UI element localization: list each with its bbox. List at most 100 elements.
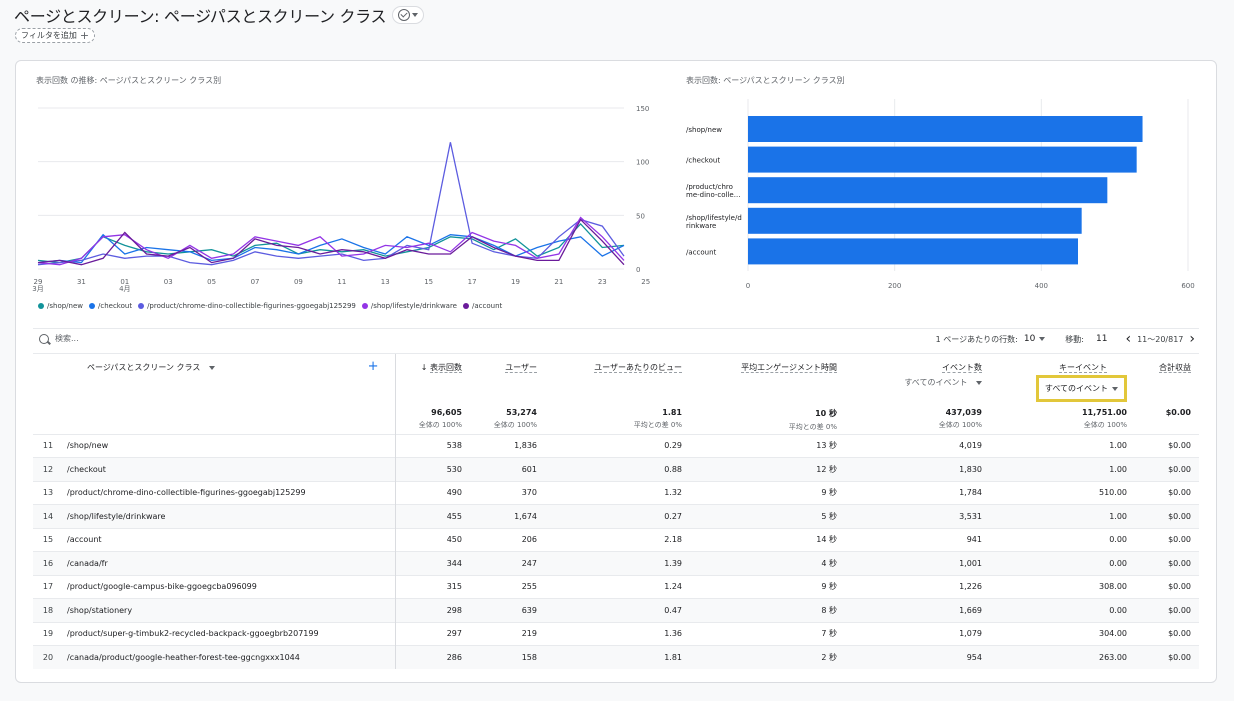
row-views: 450 [395, 527, 470, 552]
legend-item[interactable]: /shop/lifestyle/drinkware [361, 302, 457, 310]
goto-label: 移動: [1065, 334, 1084, 344]
row-key-events: 0.00 [990, 598, 1135, 622]
x-tick-label: 03 [164, 278, 173, 286]
revenue-header-label: 合計収益 [1159, 363, 1191, 373]
total-events: 437,039 全体の 100% [938, 408, 982, 429]
row-avg-engagement: 13 秒 [690, 433, 845, 458]
row-page-path[interactable]: /product/chrome-dino-collectible-figurin… [63, 480, 396, 505]
table-row[interactable]: 13/product/chrome-dino-collectible-figur… [33, 480, 1199, 505]
events-filter-select[interactable]: すべてのイベント [845, 377, 982, 388]
status-chip[interactable] [392, 6, 425, 24]
table-row[interactable]: 16/canada/fr 344 247 1.39 4 秒 1,001 0.00 $0.00 [33, 551, 1199, 575]
total-users: 53,274 全体の 100% [493, 408, 537, 429]
legend-item[interactable]: /product/chrome-dino-collectible-figurin… [138, 302, 356, 310]
row-page-path[interactable]: /canada/fr [63, 551, 396, 575]
avg-engagement-header[interactable]: 平均エンゲージメント時間 [690, 354, 845, 402]
legend-dot-icon [38, 303, 44, 309]
row-views: 344 [395, 551, 470, 575]
dimension-header[interactable]: ページパスとスクリーン クラス + [63, 354, 396, 402]
x-tick-label: 200 [888, 282, 901, 290]
row-key-events: 510.00 [990, 480, 1135, 505]
table-row[interactable]: 14/shop/lifestyle/drinkware 455 1,674 0.27 5… [33, 504, 1199, 528]
category-label: me-dino-colle... [686, 191, 740, 199]
row-revenue: $0.00 [1135, 433, 1199, 458]
table-row[interactable]: 18/shop/stationery 298 639 0.47 8 秒 1,669 0.00… [33, 598, 1199, 622]
row-page-path[interactable]: /product/super-g-timbuk2-recycled-backpa… [63, 621, 396, 646]
events-header-label: イベント数 [942, 363, 982, 373]
row-page-path[interactable]: /product/google-campus-bike-ggoegcba0960… [63, 574, 396, 599]
row-revenue: $0.00 [1135, 598, 1199, 622]
dimension-header-label: ページパスとスクリーン クラス [87, 363, 201, 372]
row-index: 19 [33, 621, 63, 646]
bar[interactable] [748, 116, 1143, 142]
row-views-per-user: 1.36 [545, 621, 690, 646]
row-page-path[interactable]: /shop/lifestyle/drinkware [63, 504, 396, 528]
row-views-per-user: 1.81 [545, 645, 690, 669]
rows-per-page-select[interactable]: 10 [1024, 334, 1046, 344]
views-per-user-label: ユーザーあたりのビュー [594, 363, 682, 373]
category-label: /account [686, 248, 717, 256]
search-input[interactable]: 検索... [55, 333, 79, 344]
add-filter-button[interactable]: フィルタを追加 + [15, 28, 96, 43]
avg-engagement-label: 平均エンゲージメント時間 [741, 363, 837, 373]
views-per-user-header[interactable]: ユーザーあたりのビュー [545, 354, 690, 402]
x-tick-label: 05 [207, 278, 216, 286]
bar[interactable] [748, 207, 1082, 234]
bar[interactable] [748, 238, 1078, 265]
x-tick-label: 600 [1181, 282, 1194, 290]
next-page-icon[interactable]: › [1189, 332, 1195, 346]
bar[interactable] [748, 146, 1137, 173]
key-events-header[interactable]: キーイベント すべてのイベント [990, 354, 1135, 402]
legend-dot-icon [89, 303, 95, 309]
users-header[interactable]: ユーザー [470, 354, 545, 402]
revenue-header[interactable]: 合計収益 [1135, 354, 1199, 402]
legend-label: /account [472, 302, 503, 310]
y-tick-label: 0 [636, 266, 640, 274]
rows-per-page-label: 1 ページあたりの行数: [935, 334, 1018, 344]
views-header[interactable]: ↓ 表示回数 [395, 354, 470, 402]
row-revenue: $0.00 [1135, 574, 1199, 599]
category-label: /shop/new [686, 126, 722, 134]
events-header[interactable]: イベント数 すべてのイベント [845, 354, 990, 402]
sort-arrow-icon: ↓ [420, 363, 430, 372]
row-events: 1,830 [845, 457, 990, 481]
row-page-path[interactable]: /shop/new [63, 433, 396, 458]
row-views-per-user: 1.39 [545, 551, 690, 575]
row-avg-engagement: 7 秒 [690, 621, 845, 646]
legend-item[interactable]: /shop/new [38, 302, 83, 310]
row-events: 1,226 [845, 574, 990, 599]
legend-item[interactable]: /account [463, 302, 502, 310]
row-page-path[interactable]: /account [63, 527, 396, 552]
row-avg-engagement: 14 秒 [690, 527, 845, 552]
row-index: 12 [33, 457, 63, 481]
y-tick-label: 150 [636, 105, 649, 113]
table-row[interactable]: 17/product/google-campus-bike-ggoegcba09… [33, 574, 1199, 599]
row-page-path[interactable]: /canada/product/google-heather-forest-te… [63, 645, 396, 669]
legend-item[interactable]: /checkout [89, 302, 132, 310]
table-row[interactable]: 20/canada/product/google-heather-forest-… [33, 645, 1199, 669]
row-views: 297 [395, 621, 470, 646]
previous-page-icon[interactable]: ‹ [1125, 332, 1131, 346]
bar[interactable] [748, 177, 1108, 204]
row-page-path[interactable]: /checkout [63, 457, 396, 481]
row-page-path[interactable]: /shop/stationery [63, 598, 396, 622]
x-tick-label: 400 [1035, 282, 1048, 290]
table-row[interactable]: 12/checkout 530 601 0.88 12 秒 1,830 1.00 $0.00 [33, 457, 1199, 481]
goto-page-input[interactable]: 11 [1096, 334, 1107, 344]
row-users: 206 [470, 527, 545, 552]
table-row[interactable]: 11/shop/new 538 1,836 0.29 13 秒 4,019 1.00 $0.0… [33, 433, 1199, 458]
legend-label: /checkout [98, 302, 133, 310]
row-key-events: 1.00 [990, 504, 1135, 528]
table-row[interactable]: 19/product/super-g-timbuk2-recycled-back… [33, 621, 1199, 646]
category-label: rinkware [686, 222, 716, 230]
y-tick-label: 100 [636, 159, 649, 167]
row-index: 15 [33, 527, 63, 552]
row-events: 1,669 [845, 598, 990, 622]
key-events-filter-select[interactable]: すべてのイベント [1035, 375, 1127, 402]
add-dimension-icon[interactable]: + [368, 359, 379, 374]
table-row[interactable]: 15/account 450 206 2.18 14 秒 941 0.00 $0.00 [33, 527, 1199, 552]
row-avg-engagement: 2 秒 [690, 645, 845, 669]
search-box[interactable]: 検索... [39, 333, 79, 344]
line-chart: 150100500293月31 014月03 05 07 09 11 13 15 17 19 21 2… [32, 105, 650, 293]
row-key-events: 1.00 [990, 433, 1135, 458]
